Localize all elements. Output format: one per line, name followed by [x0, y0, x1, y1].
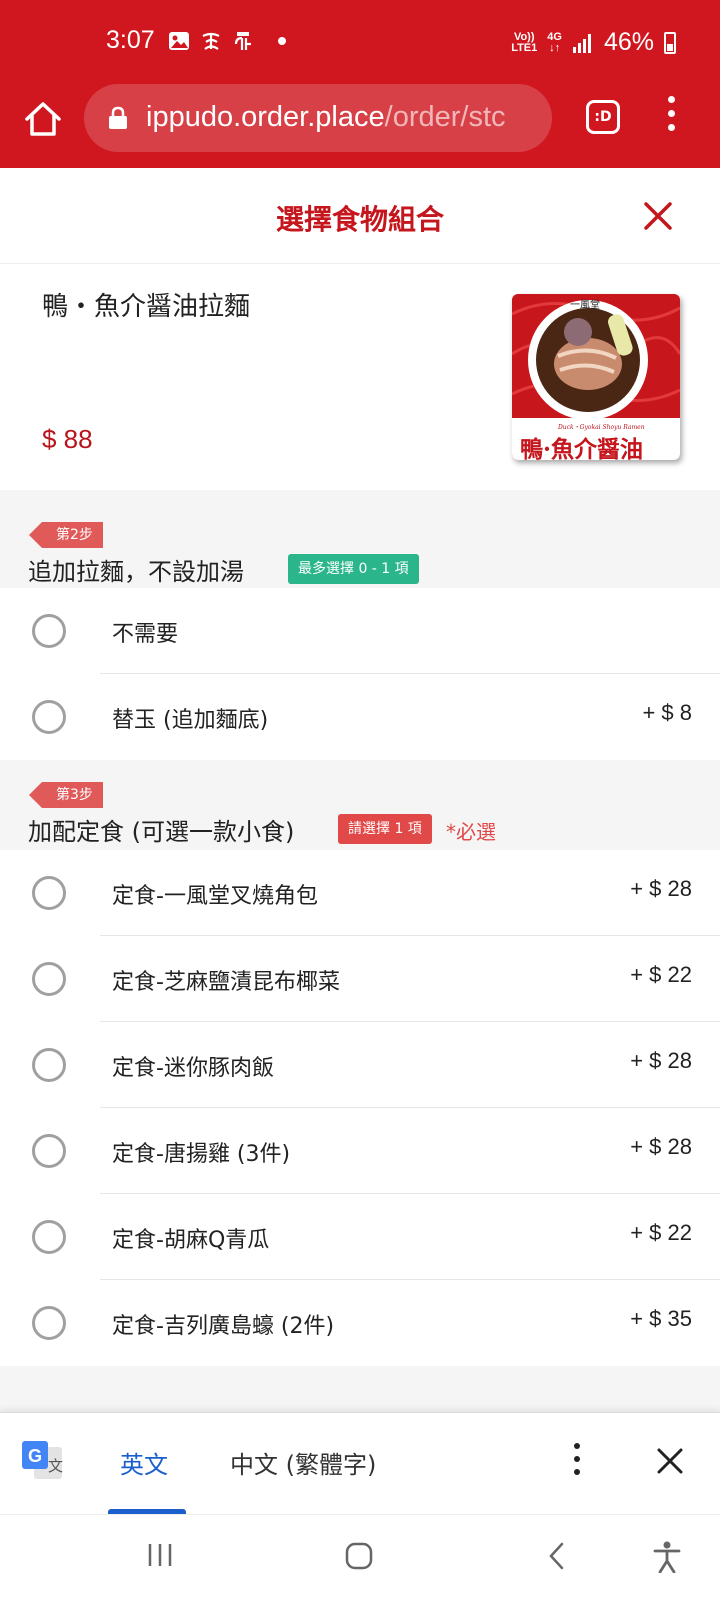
- option-label: 定食-唐揚雞 (3件): [112, 1142, 291, 1167]
- option-price: + $ 22: [630, 962, 692, 987]
- modal-title: 選擇食物組合: [275, 203, 444, 236]
- notification-icons: [168, 30, 286, 52]
- radio-button[interactable]: [32, 876, 66, 910]
- option-row[interactable]: 定食-吉列廣島蠔 (2件) + $ 35: [0, 1280, 720, 1366]
- option-row[interactable]: 不需要: [0, 588, 720, 674]
- footer-gap: [0, 1366, 720, 1412]
- option-label: 定食-胡麻Q青瓜: [112, 1228, 270, 1253]
- svg-text:文: 文: [48, 1457, 63, 1475]
- product-price: $ 88: [42, 424, 93, 454]
- option-row[interactable]: 定食-芝麻鹽漬昆布椰菜 + $ 22: [0, 936, 720, 1022]
- product-summary: 鴨・魚介醤油拉麵 $ 88 一風堂 Duck・Gyokai Shoyu Rame…: [0, 264, 720, 490]
- lock-icon: [109, 106, 127, 129]
- volte-indicator: Vo)) LTE1: [511, 30, 538, 54]
- product-image-logo: 一風堂: [570, 300, 600, 311]
- radio-button[interactable]: [32, 1048, 66, 1082]
- address-bar[interactable]: ippudo.order.place/order/stc: [84, 84, 552, 152]
- section-title: 追加拉麵，不設加湯: [28, 558, 244, 586]
- option-label: 定食-吉列廣島蠔 (2件): [112, 1314, 335, 1339]
- close-translate-icon[interactable]: [656, 1447, 684, 1475]
- status-bar: 3:07 Vo)) LTE1 4G ↓↑ 46%: [0, 0, 720, 84]
- step-tag: 第3步: [29, 782, 103, 808]
- option-price: + $ 35: [630, 1306, 692, 1331]
- more-notifications-dot: [278, 37, 286, 45]
- radio-button[interactable]: [32, 1220, 66, 1254]
- option-row[interactable]: 替玉 (追加麵底) + $ 8: [0, 674, 720, 760]
- option-price: + $ 8: [642, 700, 692, 725]
- option-label: 定食-芝麻鹽漬昆布椰菜: [112, 970, 340, 995]
- option-label: 定食-迷你豚肉飯: [112, 1056, 274, 1081]
- radio-button[interactable]: [32, 1306, 66, 1340]
- battery-icon: [664, 31, 676, 54]
- section-title: 加配定食 (可選一款小食): [28, 818, 295, 846]
- option-label: 不需要: [112, 622, 179, 647]
- option-price: + $ 28: [630, 1048, 692, 1073]
- option-price: + $ 28: [630, 1134, 692, 1159]
- browser-toolbar: ippudo.order.place/order/stc :D: [0, 84, 720, 168]
- option-label: 定食-一風堂叉燒角包: [112, 884, 318, 909]
- option-price: + $ 28: [630, 876, 692, 901]
- option-label: 替玉 (追加麵底): [112, 708, 269, 733]
- product-image: 一風堂 Duck・Gyokai Shoyu Ramen 鴨·魚介醤油: [512, 294, 680, 460]
- tab-english[interactable]: 英文: [120, 1445, 168, 1480]
- option-row[interactable]: 定食-一風堂叉燒角包 + $ 28: [0, 850, 720, 936]
- tab-switcher-button[interactable]: :D: [586, 100, 620, 134]
- home-icon[interactable]: [22, 98, 64, 140]
- battery-percentage: 46%: [603, 28, 654, 56]
- selection-limit-badge: 請選擇 1 項: [338, 814, 432, 844]
- svg-text:G: G: [28, 1446, 42, 1466]
- step-tag: 第2步: [29, 522, 103, 548]
- news-app-icon: [234, 32, 251, 50]
- radio-button[interactable]: [32, 962, 66, 996]
- browser-menu-icon[interactable]: [664, 96, 678, 138]
- close-icon[interactable]: [642, 200, 674, 232]
- option-row[interactable]: 定食-迷你豚肉飯 + $ 28: [0, 1022, 720, 1108]
- option-row[interactable]: 定食-胡麻Q青瓜 + $ 22: [0, 1194, 720, 1280]
- translate-bar: 文 G 英文 中文 (繁體字): [0, 1412, 720, 1515]
- radio-button[interactable]: [32, 700, 66, 734]
- system-navigation-bar: [0, 1514, 720, 1600]
- option-price: + $ 22: [630, 1220, 692, 1245]
- required-label: *必選: [446, 820, 496, 844]
- option-row[interactable]: 定食-唐揚雞 (3件) + $ 28: [0, 1108, 720, 1194]
- accessibility-icon[interactable]: [652, 1541, 682, 1573]
- more-options-icon[interactable]: [572, 1443, 582, 1479]
- product-name: 鴨・魚介醤油拉麵: [42, 292, 251, 322]
- status-right-icons: Vo)) LTE1 4G ↓↑ 46%: [511, 28, 676, 57]
- status-time: 3:07: [106, 26, 155, 54]
- home-navigation-icon[interactable]: [344, 1541, 374, 1571]
- app-notification-icon: [202, 32, 220, 50]
- recent-apps-icon[interactable]: [146, 1541, 174, 1569]
- product-image-caption-zh: 鴨·魚介醤油: [520, 436, 644, 460]
- gallery-icon: [169, 32, 189, 50]
- radio-button[interactable]: [32, 1134, 66, 1168]
- url-text: ippudo.order.place/order/stc: [146, 101, 506, 133]
- signal-icon: [572, 33, 591, 53]
- modal-header: 選擇食物組合: [0, 168, 720, 264]
- radio-button[interactable]: [32, 614, 66, 648]
- google-translate-icon[interactable]: 文 G: [22, 1441, 64, 1481]
- network-type-indicator: 4G ↓↑: [547, 30, 562, 54]
- tab-chinese-traditional[interactable]: 中文 (繁體字): [230, 1445, 376, 1480]
- section-header-step-2: 第2步 追加拉麵，不設加湯 最多選擇 0 - 1 項: [0, 490, 720, 588]
- back-icon[interactable]: [546, 1541, 568, 1571]
- section-header-step-3: 第3步 加配定食 (可選一款小食) 請選擇 1 項 *必選: [0, 760, 720, 850]
- selection-limit-badge: 最多選擇 0 - 1 項: [288, 554, 419, 584]
